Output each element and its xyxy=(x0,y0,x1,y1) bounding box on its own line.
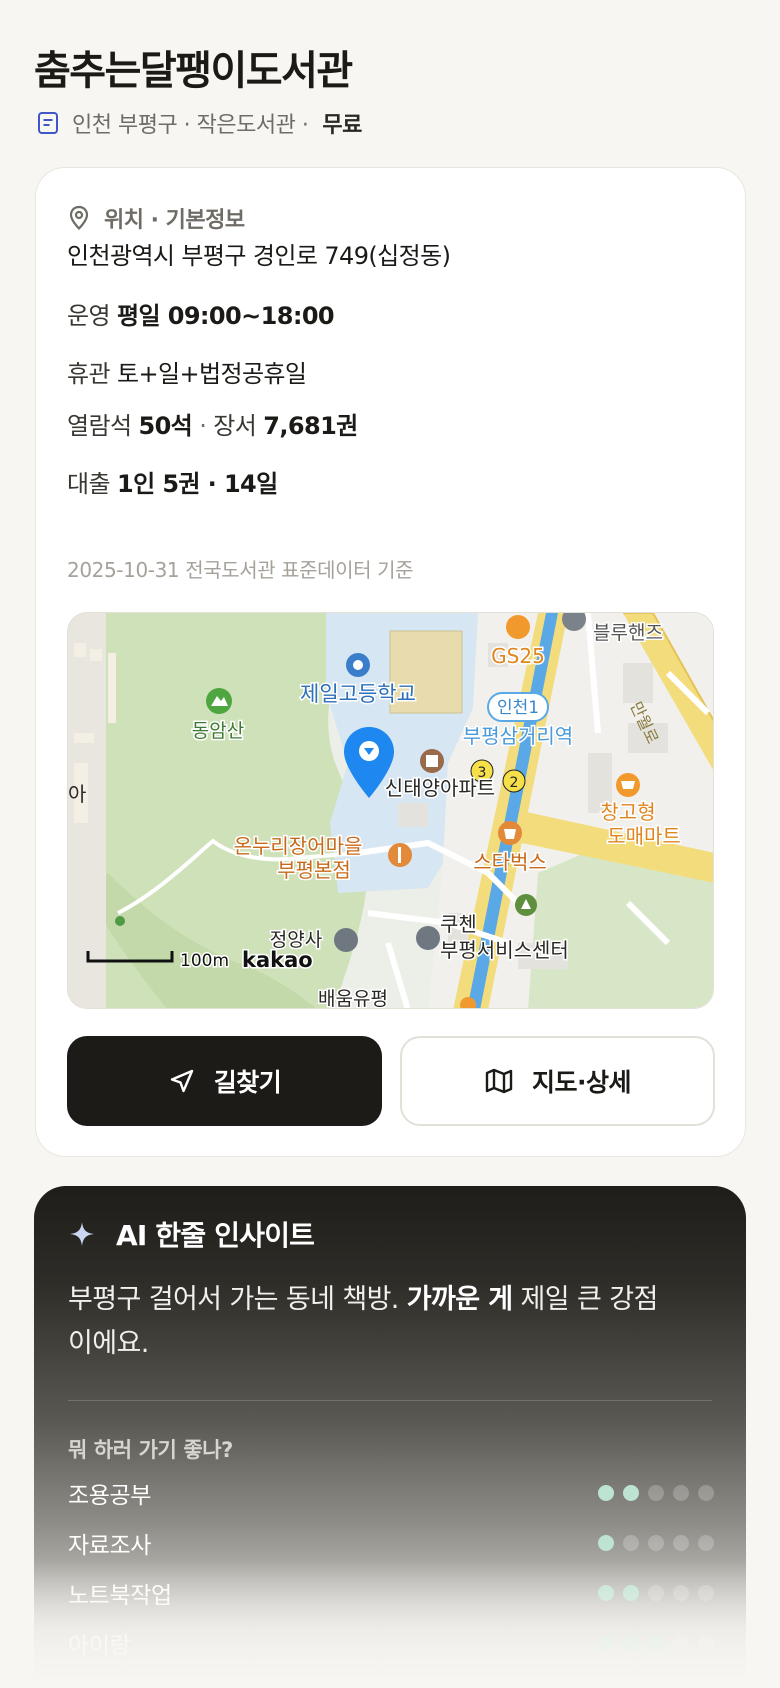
rating-dot-filled xyxy=(623,1485,639,1501)
activity-row: 아이랑 xyxy=(68,1626,714,1660)
activity-row: 노트북작업 xyxy=(68,1576,714,1610)
loan-row: 대출 1인 5권 · 14일 xyxy=(67,464,278,499)
activity-label: 노트북작업 xyxy=(68,1583,172,1609)
rating-dot-empty xyxy=(648,1585,664,1601)
map-label-cuchen: 쿠첸 xyxy=(440,912,477,936)
library-region-type: 인천 부평구 · 작은도서관 · xyxy=(72,113,309,138)
data-source-note: 2025-10-31 전국도서관 표준데이터 기준 xyxy=(67,558,414,582)
hours-value: 평일 09:00~18:00 xyxy=(117,302,335,330)
rating-dot-empty xyxy=(698,1485,714,1501)
rating-dot-filled xyxy=(623,1585,639,1601)
rating-dot-filled xyxy=(598,1485,614,1501)
map-label-bluehands: 블루핸즈 xyxy=(593,622,663,644)
ai-insight-header: AI 한줄 인사이트 xyxy=(68,1212,315,1256)
address-text: 인천광역시 부평구 경인로 749(십정동) xyxy=(67,242,451,270)
rating-dot-empty xyxy=(648,1485,664,1501)
activity-label: 자료조사 xyxy=(68,1533,152,1559)
activity-rating xyxy=(598,1485,714,1501)
activity-row: 조용공부 xyxy=(68,1476,714,1510)
info-card: 위치 · 기본정보 인천광역시 부평구 경인로 749(십정동) 운영 평일 0… xyxy=(35,167,746,1157)
closed-row: 휴관 토+일+법정공휴일 xyxy=(67,354,307,389)
map-brand-logo: kakao xyxy=(242,948,313,972)
books-value: 7,681권 xyxy=(263,412,358,440)
rating-dot-empty xyxy=(673,1485,689,1501)
map-scale: 100m xyxy=(180,951,229,971)
capacity-separator: · xyxy=(192,412,214,440)
sparkle-icon xyxy=(70,1222,94,1246)
map-label-cuchen-2: 부평서비스센터 xyxy=(440,938,569,962)
map-label-line: 인천1 xyxy=(497,698,539,718)
books-label: 장서 xyxy=(213,412,257,440)
activity-label: 아이랑 xyxy=(68,1633,131,1659)
capacity-row: 열람석 50석 · 장서 7,681권 xyxy=(67,406,358,441)
rating-dot-empty xyxy=(648,1535,664,1551)
directions-button-label: 길찾기 xyxy=(213,1068,282,1097)
fee-badge: 무료 xyxy=(322,113,362,138)
ai-insight-panel: AI 한줄 인사이트 부평구 걸어서 가는 동네 책방. 가까운 게 제일 큰 … xyxy=(34,1186,746,1688)
hours-label: 운영 xyxy=(67,302,111,330)
rating-dot-empty xyxy=(673,1635,689,1651)
map-label-wholesale: 창고형 xyxy=(600,800,655,824)
library-meta: 인천 부평구 · 작은도서관 · 무료 xyxy=(36,106,362,140)
navigation-arrow-icon xyxy=(170,1069,193,1093)
map-label-station: 부평삼거리역 xyxy=(463,724,573,748)
activity-row: 자료조사 xyxy=(68,1526,714,1560)
map-label-gs25: GS25 xyxy=(491,644,545,668)
rating-dot-filled xyxy=(623,1635,639,1651)
activity-rating xyxy=(598,1585,714,1601)
seats-value: 50석 xyxy=(138,412,193,440)
map-detail-button[interactable]: 지도·상세 xyxy=(400,1036,715,1126)
map-exit-2: 2 xyxy=(510,775,519,791)
activity-rating xyxy=(598,1635,714,1651)
activity-rating xyxy=(598,1535,714,1551)
map-label-mountain: 동암산 xyxy=(192,720,244,742)
loan-value: 1인 5권 · 14일 xyxy=(117,470,278,498)
info-card-header: 위치 · 기본정보 xyxy=(68,198,245,238)
map-label-market: 온누리장어마을 xyxy=(234,834,363,858)
location-pin-icon xyxy=(69,205,89,231)
document-icon xyxy=(38,112,58,134)
rating-dot-empty xyxy=(698,1585,714,1601)
map-label-school: 제일고등학교 xyxy=(300,682,416,706)
location-map[interactable]: 동암산 제일고등학교 GS25 블루핸즈 만월로 인천1 부평삼거리역 3 2 xyxy=(67,612,714,1009)
map-detail-button-label: 지도·상세 xyxy=(532,1068,632,1097)
rating-dot-filled xyxy=(598,1535,614,1551)
rating-dot-empty xyxy=(673,1535,689,1551)
map-label-bottom-partial: 배움유평 xyxy=(318,988,388,1009)
map-label-apartment: 신태양아파트 xyxy=(385,776,495,800)
directions-button[interactable]: 길찾기 xyxy=(67,1036,382,1126)
ai-text-part-1: 부평구 걸어서 가는 동네 책방. xyxy=(68,1284,407,1315)
map-label-market-2: 부평본점 xyxy=(277,858,351,882)
activity-label: 조용공부 xyxy=(68,1483,152,1509)
closed-value: 토+일+법정공휴일 xyxy=(117,360,307,388)
folded-map-icon xyxy=(485,1068,513,1094)
seats-label: 열람석 xyxy=(67,412,132,440)
rating-dot-filled xyxy=(598,1585,614,1601)
loan-label: 대출 xyxy=(67,470,111,498)
map-label-left-partial: 아 xyxy=(68,782,86,806)
ai-insight-title: AI 한줄 인사이트 xyxy=(116,1219,315,1252)
page-title: 춤추는달팽이도서관 xyxy=(34,48,353,94)
map-label-wholesale-2: 도매마트 xyxy=(607,824,681,848)
rating-dot-filled xyxy=(648,1635,664,1651)
rating-dot-empty xyxy=(673,1585,689,1601)
ai-insight-text: 부평구 걸어서 가는 동네 책방. 가까운 게 제일 큰 강점이에요. xyxy=(68,1278,668,1366)
rating-dot-empty xyxy=(698,1635,714,1651)
activity-question: 뭐 하러 가기 좋나? xyxy=(68,1438,233,1462)
hours-row: 운영 평일 09:00~18:00 xyxy=(67,296,335,331)
rating-dot-empty xyxy=(623,1535,639,1551)
info-section-title: 위치 · 기본정보 xyxy=(104,208,245,233)
closed-label: 휴관 xyxy=(67,360,111,388)
ai-text-highlight: 가까운 게 xyxy=(406,1284,513,1315)
rating-dot-empty xyxy=(698,1535,714,1551)
map-label-starbucks: 스타벅스 xyxy=(473,850,547,874)
ai-divider xyxy=(68,1400,712,1401)
rating-dot-filled xyxy=(598,1635,614,1651)
